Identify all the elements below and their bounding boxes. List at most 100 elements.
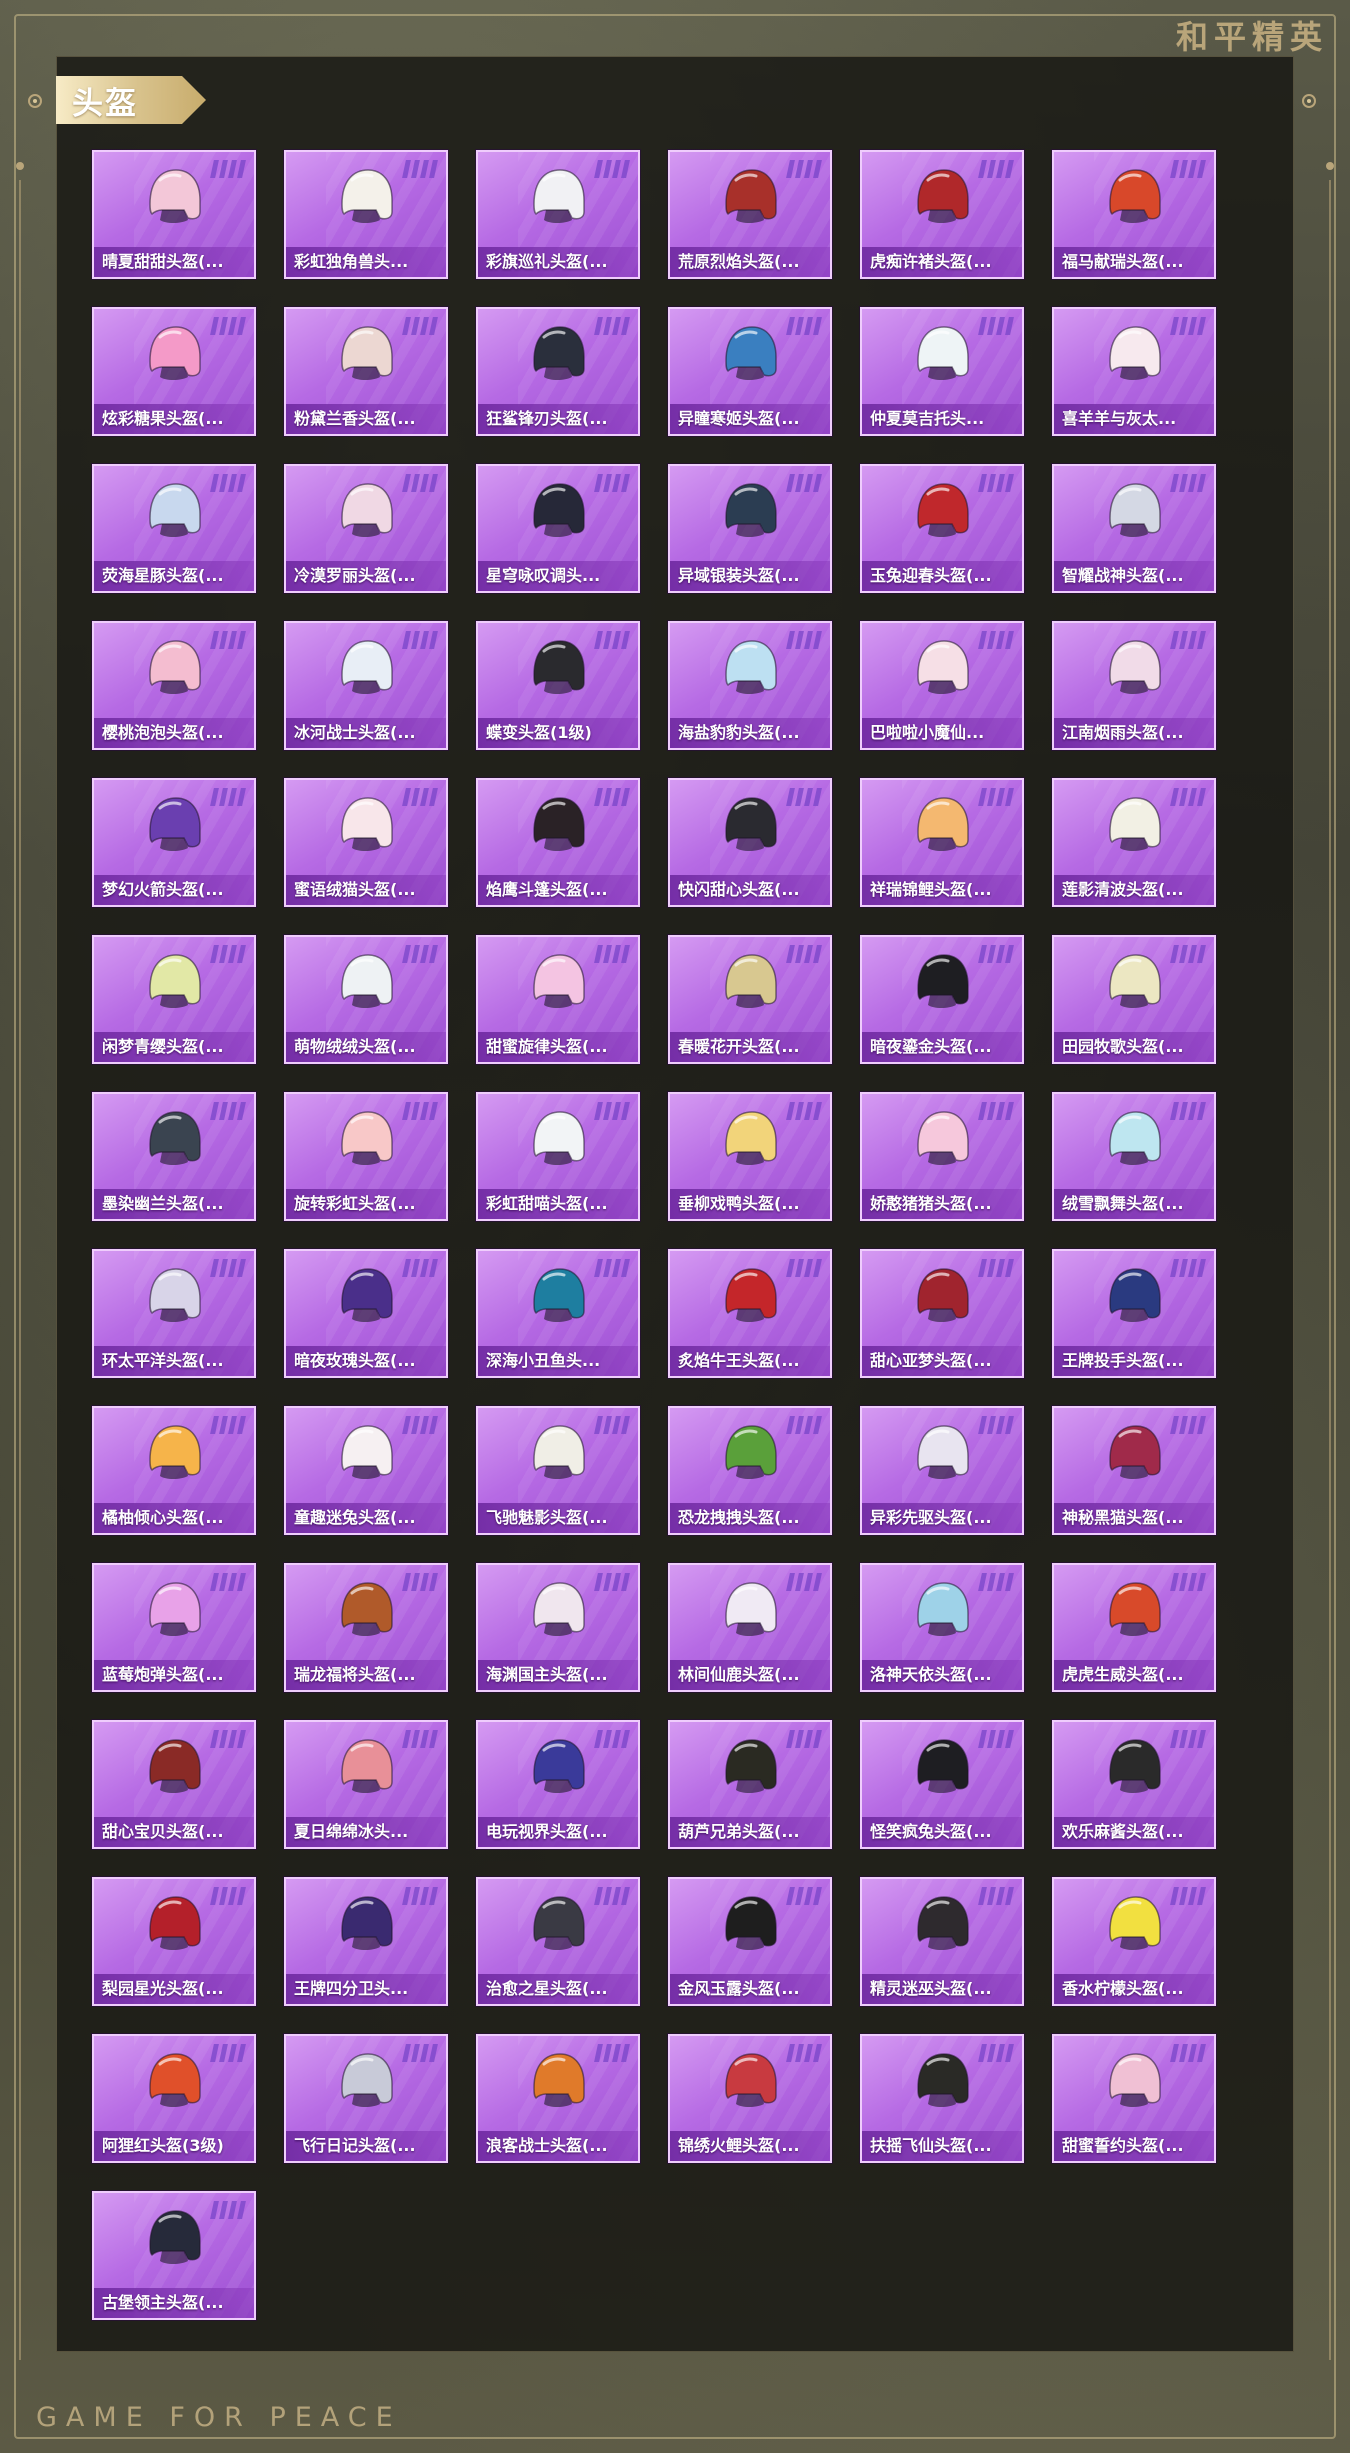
rarity-bars-icon (1170, 631, 1206, 649)
item-card[interactable]: 樱桃泡泡头盔(... (92, 621, 256, 750)
item-card[interactable]: 金风玉露头盔(... (668, 1877, 832, 2006)
item-card[interactable]: 虎痴许褚头盔(... (860, 150, 1024, 279)
item-card[interactable]: 蝶变头盔(1级) (476, 621, 640, 750)
rarity-bars-icon (1170, 1416, 1206, 1434)
item-card[interactable]: 精灵迷巫头盔(... (860, 1877, 1024, 2006)
item-card[interactable]: 林间仙鹿头盔(... (668, 1563, 832, 1692)
item-card[interactable]: 快闪甜心头盔(... (668, 778, 832, 907)
item-card[interactable]: 彩虹独角兽头... (284, 150, 448, 279)
item-card[interactable]: 彩旗巡礼头盔(... (476, 150, 640, 279)
rarity-bars-icon (594, 631, 630, 649)
item-card[interactable]: 瑞龙福将头盔(... (284, 1563, 448, 1692)
item-card[interactable]: 古堡领主头盔(... (92, 2191, 256, 2320)
rarity-bars-icon (978, 2044, 1014, 2062)
item-card[interactable]: 焰鹰斗篷头盔(... (476, 778, 640, 907)
item-card[interactable]: 晴夏甜甜头盔(... (92, 150, 256, 279)
item-card[interactable]: 闲梦青缨头盔(... (92, 935, 256, 1064)
item-card[interactable]: 飞驰魅影头盔(... (476, 1406, 640, 1535)
item-card[interactable]: 萌物绒绒头盔(... (284, 935, 448, 1064)
helmet-icon (144, 2207, 204, 2271)
item-name: 怪笑疯兔头盔(... (870, 1822, 992, 1841)
item-card[interactable]: 粉黛兰香头盔(... (284, 307, 448, 436)
item-card[interactable]: 暗夜玫瑰头盔(... (284, 1249, 448, 1378)
item-card[interactable]: 智耀战神头盔(... (1052, 464, 1216, 593)
item-card[interactable]: 异瞳寒姬头盔(... (668, 307, 832, 436)
item-card[interactable]: 福马献瑞头盔(... (1052, 150, 1216, 279)
item-card[interactable]: 蓝莓炮弹头盔(... (92, 1563, 256, 1692)
helmet-icon (912, 794, 972, 858)
item-card[interactable]: 童趣迷兔头盔(... (284, 1406, 448, 1535)
item-card[interactable]: 甜蜜旋律头盔(... (476, 935, 640, 1064)
item-card[interactable]: 恐龙拽拽头盔(... (668, 1406, 832, 1535)
item-card[interactable]: 梦幻火箭头盔(... (92, 778, 256, 907)
item-card[interactable]: 炫彩糖果头盔(... (92, 307, 256, 436)
item-card[interactable]: 电玩视界头盔(... (476, 1720, 640, 1849)
item-card[interactable]: 仲夏莫吉托头... (860, 307, 1024, 436)
item-card[interactable]: 神秘黑猫头盔(... (1052, 1406, 1216, 1535)
rarity-bars-icon (978, 1887, 1014, 1905)
item-card[interactable]: 梨园星光头盔(... (92, 1877, 256, 2006)
item-card[interactable]: 浪客战士头盔(... (476, 2034, 640, 2163)
helmet-icon (720, 1893, 780, 1957)
item-card[interactable]: 虎虎生威头盔(... (1052, 1563, 1216, 1692)
item-name: 治愈之星头盔(... (486, 1979, 608, 1998)
item-card[interactable]: 扶摇飞仙头盔(... (860, 2034, 1024, 2163)
item-card[interactable]: 王牌投手头盔(... (1052, 1249, 1216, 1378)
item-card[interactable]: 田园牧歌头盔(... (1052, 935, 1216, 1064)
item-card[interactable]: 夏日绵绵冰头... (284, 1720, 448, 1849)
item-card[interactable]: 江南烟雨头盔(... (1052, 621, 1216, 750)
item-card[interactable]: 王牌四分卫头... (284, 1877, 448, 2006)
item-card[interactable]: 海渊国主头盔(... (476, 1563, 640, 1692)
item-card[interactable]: 锦绣火鲤头盔(... (668, 2034, 832, 2163)
corner-ornament-left-icon (28, 94, 42, 108)
rarity-bars-icon (1170, 474, 1206, 492)
item-card[interactable]: 娇憨猪猪头盔(... (860, 1092, 1024, 1221)
item-card[interactable]: 治愈之星头盔(... (476, 1877, 640, 2006)
item-card[interactable]: 阿狸红头盔(3级) (92, 2034, 256, 2163)
item-card[interactable]: 海盐豹豹头盔(... (668, 621, 832, 750)
item-card[interactable]: 炙焰牛王头盔(... (668, 1249, 832, 1378)
item-name: 闲梦青缨头盔(... (102, 1037, 224, 1056)
item-card[interactable]: 蜜语绒猫头盔(... (284, 778, 448, 907)
item-card[interactable]: 莲影清波头盔(... (1052, 778, 1216, 907)
item-card[interactable]: 彩虹甜喵头盔(... (476, 1092, 640, 1221)
item-card[interactable]: 荧海星豚头盔(... (92, 464, 256, 593)
item-card[interactable]: 葫芦兄弟头盔(... (668, 1720, 832, 1849)
item-card[interactable]: 狂鲨锋刃头盔(... (476, 307, 640, 436)
item-card[interactable]: 甜心宝贝头盔(... (92, 1720, 256, 1849)
item-card[interactable]: 春暖花开头盔(... (668, 935, 832, 1064)
helmet-icon (528, 637, 588, 701)
item-card[interactable]: 冰河战士头盔(... (284, 621, 448, 750)
item-name: 炙焰牛王头盔(... (678, 1351, 800, 1370)
item-card[interactable]: 冷漠罗丽头盔(... (284, 464, 448, 593)
item-card[interactable]: 异域银装头盔(... (668, 464, 832, 593)
item-name: 粉黛兰香头盔(... (294, 409, 416, 428)
item-card[interactable]: 飞行日记头盔(... (284, 2034, 448, 2163)
item-card[interactable]: 墨染幽兰头盔(... (92, 1092, 256, 1221)
item-card[interactable]: 欢乐麻酱头盔(... (1052, 1720, 1216, 1849)
item-name: 梦幻火箭头盔(... (102, 880, 224, 899)
item-card[interactable]: 玉兔迎春头盔(... (860, 464, 1024, 593)
item-card[interactable]: 荒原烈焰头盔(... (668, 150, 832, 279)
item-card[interactable]: 绒雪飘舞头盔(... (1052, 1092, 1216, 1221)
item-card[interactable]: 香水柠檬头盔(... (1052, 1877, 1216, 2006)
item-card[interactable]: 洛神天依头盔(... (860, 1563, 1024, 1692)
item-card[interactable]: 甜心亚梦头盔(... (860, 1249, 1024, 1378)
helmet-icon (720, 2050, 780, 2114)
item-card[interactable]: 甜蜜誓约头盔(... (1052, 2034, 1216, 2163)
item-card[interactable]: 怪笑疯兔头盔(... (860, 1720, 1024, 1849)
item-card[interactable]: 暗夜鎏金头盔(... (860, 935, 1024, 1064)
item-card[interactable]: 环太平洋头盔(... (92, 1249, 256, 1378)
item-card[interactable]: 异彩先驱头盔(... (860, 1406, 1024, 1535)
item-card[interactable]: 祥瑞锦鲤头盔(... (860, 778, 1024, 907)
rarity-bars-icon (210, 1102, 246, 1120)
rarity-bars-icon (594, 945, 630, 963)
item-card[interactable]: 垂柳戏鸭头盔(... (668, 1092, 832, 1221)
rarity-bars-icon (786, 2044, 822, 2062)
item-card[interactable]: 深海小丑鱼头... (476, 1249, 640, 1378)
item-card[interactable]: 橘柚倾心头盔(... (92, 1406, 256, 1535)
item-card[interactable]: 旋转彩虹头盔(... (284, 1092, 448, 1221)
item-card[interactable]: 星穹咏叹调头... (476, 464, 640, 593)
item-card[interactable]: 巴啦啦小魔仙... (860, 621, 1024, 750)
item-card[interactable]: 喜羊羊与灰太... (1052, 307, 1216, 436)
